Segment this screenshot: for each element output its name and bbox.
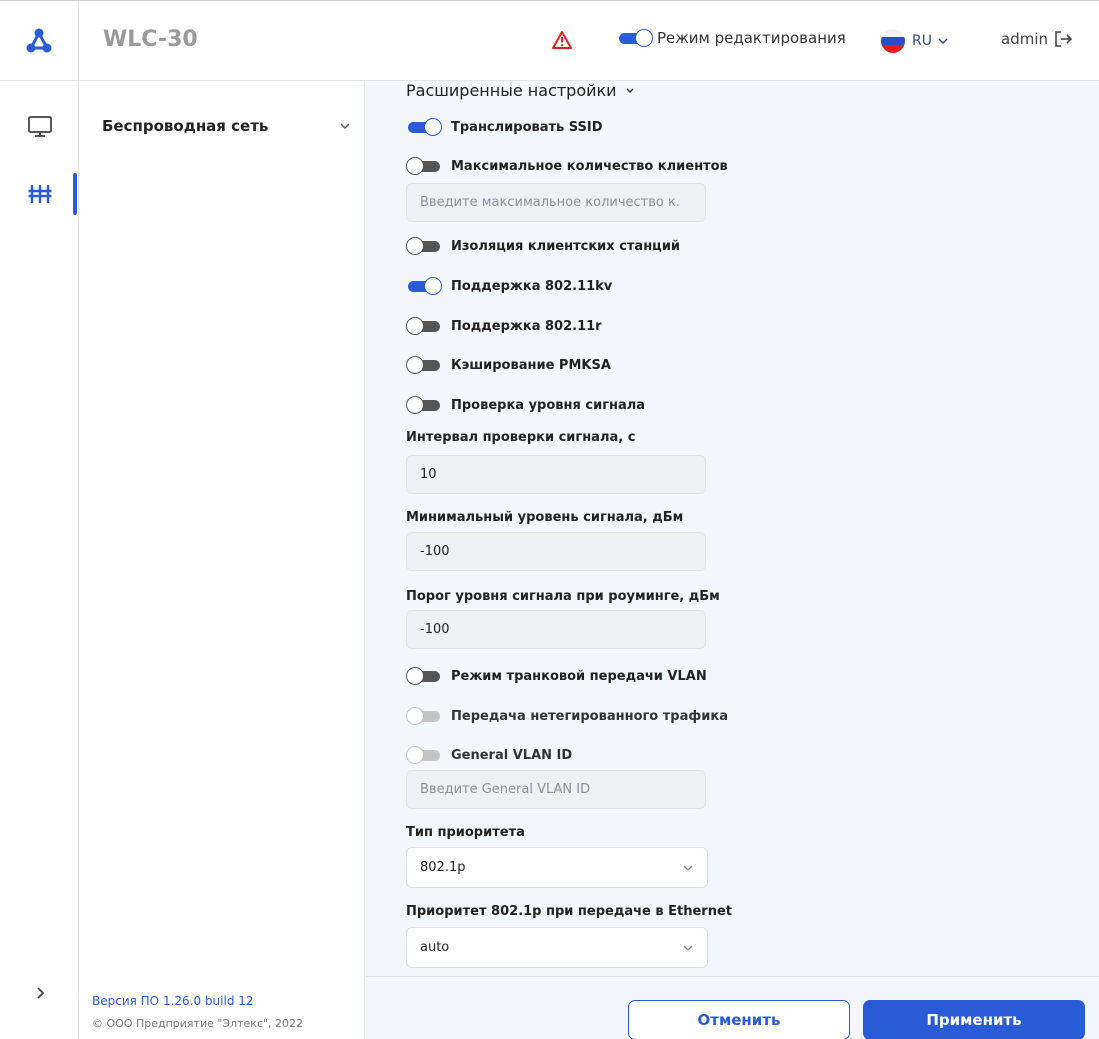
sidebar-item-label: Беспроводная сеть [102,117,269,135]
support-80211r-toggle[interactable] [406,317,442,335]
pmksa-caching-label: Кэширование PMKSA [451,357,611,373]
broadcast-ssid-label: Транслировать SSID [451,119,603,135]
signal-check-row[interactable]: Проверка уровня сигнала [406,396,645,414]
roaming-threshold-input[interactable]: -100 [406,610,706,649]
client-isolation-label: Изоляция клиентских станций [451,238,681,254]
eltex-logo-icon [26,28,52,53]
support-80211r-label: Поддержка 802.11r [451,318,602,334]
priority-type-label: Тип приоритета [406,825,525,840]
action-bar: Отменить Применить [366,976,1099,1039]
chevron-down-icon [340,123,350,130]
min-signal-label: Минимальный уровень сигнала, дБм [406,510,684,525]
priority-8021p-label: Приоритет 802.1p при передаче в Ethernet [406,904,733,919]
client-isolation-toggle[interactable] [406,237,442,255]
priority-type-select[interactable]: 802.1p [406,847,708,888]
sidebar-item-wireless[interactable]: Беспроводная сеть [102,117,352,135]
vlan-trunk-label: Режим транковой передачи VLAN [451,668,707,684]
max-clients-input[interactable]: Введите максимальное количество к. [406,183,706,222]
version-text: Версия ПО 1.26.0 build 12 [92,994,254,1008]
language-selector[interactable]: RU [880,28,950,54]
general-vlan-input[interactable]: Введите General VLAN ID [406,770,706,809]
rail-active-indicator [73,173,77,215]
priority-type-value: 802.1p [420,860,466,875]
vlan-trunk-toggle[interactable] [406,667,442,685]
chevron-down-icon [683,945,693,951]
user-menu[interactable]: admin [1001,30,1074,48]
edit-mode-label: Режим редактирования [657,29,846,47]
chevron-down-icon [938,38,948,45]
signal-interval-input[interactable]: 10 [406,455,706,494]
priority-8021p-select[interactable]: auto [406,927,708,968]
rail-expand[interactable] [0,985,79,1001]
monitor-icon [27,116,52,137]
username: admin [1001,30,1048,48]
equalizer-icon [28,185,51,203]
support-80211kv-toggle[interactable] [406,277,442,295]
section-title: Расширенные настройки [406,81,617,100]
cancel-button[interactable]: Отменить [628,1000,850,1039]
support-80211kv-row[interactable]: Поддержка 802.11kv [406,277,612,295]
priority-8021p-value: auto [420,940,450,955]
broadcast-ssid-toggle[interactable] [406,118,442,136]
advanced-settings-toggle[interactable]: Расширенные настройки [406,81,637,100]
icon-rail [0,81,79,1039]
chevron-right-icon [36,987,44,999]
vlan-trunk-row[interactable]: Режим транковой передачи VLAN [406,667,707,685]
untagged-traffic-row[interactable]: Передача нетегированного трафика [406,707,728,725]
min-signal-input[interactable]: -100 [406,532,706,571]
sidebar-nav: Беспроводная сеть Версия ПО 1.26.0 build… [80,81,365,1039]
app-window: WLC-30 Режим редактирования RU admin Бес… [0,0,1099,1039]
roaming-threshold-label: Порог уровня сигнала при роуминге, дБм [406,589,720,604]
logout-icon[interactable] [1054,30,1074,48]
broadcast-ssid-row[interactable]: Транслировать SSID [406,118,603,136]
warning-icon[interactable] [552,31,572,49]
sidebar-footer: Версия ПО 1.26.0 build 12 © ООО Предприя… [92,994,303,1030]
chevron-down-icon [683,865,693,871]
chevron-down-icon [626,87,634,93]
max-clients-row[interactable]: Максимальное количество клиентов [406,157,728,175]
pmksa-caching-toggle[interactable] [406,356,442,374]
general-vlan-toggle[interactable] [406,746,442,764]
max-clients-label: Максимальное количество клиентов [451,158,728,174]
support-80211r-row[interactable]: Поддержка 802.11r [406,317,602,335]
signal-check-toggle[interactable] [406,396,442,414]
apply-button[interactable]: Применить [863,1000,1085,1039]
logo[interactable] [0,1,79,81]
max-clients-toggle[interactable] [406,157,442,175]
untagged-traffic-label: Передача нетегированного трафика [451,708,728,724]
general-vlan-row[interactable]: General VLAN ID [406,746,572,764]
signal-interval-label: Интервал проверки сигнала, с [406,430,636,445]
edit-mode-toggle[interactable]: Режим редактирования [617,29,846,47]
russia-flag-icon [881,29,905,53]
client-isolation-row[interactable]: Изоляция клиентских станций [406,237,680,255]
copyright-text: © ООО Предприятие "Элтекс", 2022 [92,1017,304,1030]
settings-panel: Расширенные настройки Транслировать SSID… [366,81,1099,976]
edit-mode-switch[interactable] [617,29,653,47]
untagged-traffic-toggle[interactable] [406,707,442,725]
language-label: RU [912,33,932,49]
top-header: WLC-30 Режим редактирования RU admin [0,1,1099,81]
general-vlan-label: General VLAN ID [451,747,573,763]
signal-check-label: Проверка уровня сигнала [451,397,646,413]
app-title: WLC-30 [103,27,198,52]
rail-settings[interactable] [0,181,79,207]
pmksa-caching-row[interactable]: Кэширование PMKSA [406,356,611,374]
support-80211kv-label: Поддержка 802.11kv [451,278,613,294]
rail-monitoring[interactable] [0,115,79,139]
